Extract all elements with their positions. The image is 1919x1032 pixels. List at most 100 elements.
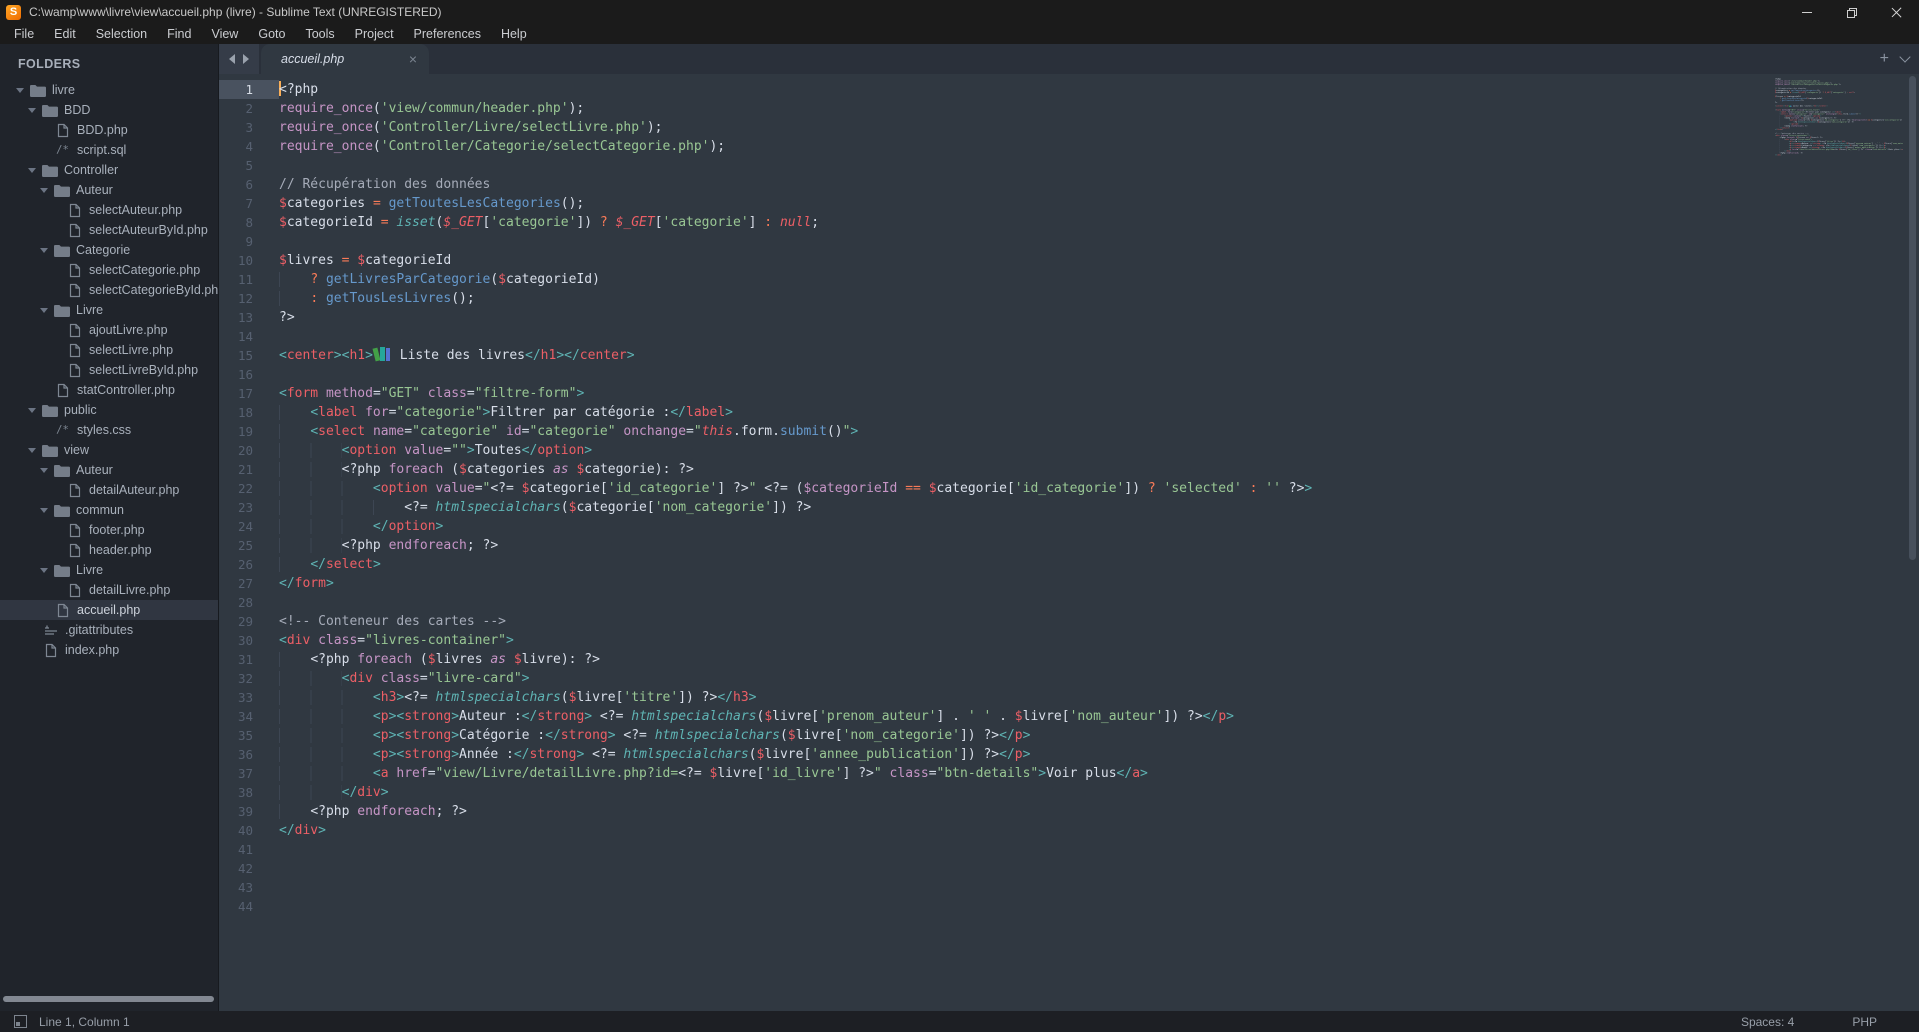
code-line-8[interactable]: 8$categorieId = isset($_GET['categorie']… bbox=[219, 213, 1919, 232]
code-line-26[interactable]: 26 </select> bbox=[219, 555, 1919, 574]
expand-triangle-icon[interactable] bbox=[40, 468, 48, 473]
sidebar-item-livre[interactable]: Livre bbox=[0, 300, 218, 320]
code-line-25[interactable]: 25 <?php endforeach; ?> bbox=[219, 536, 1919, 555]
prev-tab-icon[interactable] bbox=[229, 54, 235, 64]
sidebar-item-selectlivre-php[interactable]: selectLivre.php bbox=[0, 340, 218, 360]
editor-vertical-scrollbar[interactable] bbox=[1909, 76, 1916, 560]
sidebar-item-detailauteur-php[interactable]: detailAuteur.php bbox=[0, 480, 218, 500]
expand-triangle-icon[interactable] bbox=[40, 188, 48, 193]
menu-selection[interactable]: Selection bbox=[86, 24, 157, 44]
code-line-34[interactable]: 34 <p><strong>Auteur :</strong> <?= html… bbox=[219, 707, 1919, 726]
code-line-22[interactable]: 22 <option value="<?= $categorie['id_cat… bbox=[219, 479, 1919, 498]
sidebar-item-auteur[interactable]: Auteur bbox=[0, 180, 218, 200]
code-line-42[interactable]: 42 bbox=[219, 859, 1919, 878]
sidebar-item-view[interactable]: view bbox=[0, 440, 218, 460]
sidebar-item-selectcategoriebyid-php[interactable]: selectCategorieById.php bbox=[0, 280, 218, 300]
menu-preferences[interactable]: Preferences bbox=[404, 24, 491, 44]
menu-view[interactable]: View bbox=[201, 24, 248, 44]
syntax-setting[interactable]: PHP bbox=[1852, 1015, 1877, 1029]
sidebar-item-controller[interactable]: Controller bbox=[0, 160, 218, 180]
minimize-button[interactable] bbox=[1784, 0, 1829, 24]
expand-triangle-icon[interactable] bbox=[40, 248, 48, 253]
code-line-28[interactable]: 28 bbox=[219, 593, 1919, 612]
code-line-12[interactable]: 12 : getTousLesLivres(); bbox=[219, 289, 1919, 308]
code-line-29[interactable]: 29<!-- Conteneur des cartes --> bbox=[219, 612, 1919, 631]
menu-tools[interactable]: Tools bbox=[295, 24, 344, 44]
expand-triangle-icon[interactable] bbox=[28, 168, 36, 173]
expand-triangle-icon[interactable] bbox=[28, 108, 36, 113]
code-line-41[interactable]: 41 bbox=[219, 840, 1919, 859]
code-line-2[interactable]: 2require_once('view/commun/header.php'); bbox=[219, 99, 1919, 118]
code-line-21[interactable]: 21 <?php foreach ($categories as $catego… bbox=[219, 460, 1919, 479]
new-tab-button[interactable]: + bbox=[1880, 51, 1889, 67]
code-line-13[interactable]: 13?> bbox=[219, 308, 1919, 327]
expand-triangle-icon[interactable] bbox=[40, 308, 48, 313]
sidebar-item-footer-php[interactable]: footer.php bbox=[0, 520, 218, 540]
sidebar-item-ajoutlivre-php[interactable]: ajoutLivre.php bbox=[0, 320, 218, 340]
sidebar-item-selectcategorie-php[interactable]: selectCategorie.php bbox=[0, 260, 218, 280]
menu-find[interactable]: Find bbox=[157, 24, 201, 44]
code-line-20[interactable]: 20 <option value="">Toutes</option> bbox=[219, 441, 1919, 460]
sidebar-item-public[interactable]: public bbox=[0, 400, 218, 420]
sidebar-item--gitattributes[interactable]: .gitattributes bbox=[0, 620, 218, 640]
code-line-5[interactable]: 5 bbox=[219, 156, 1919, 175]
sidebar-item-selectlivrebyid-php[interactable]: selectLivreById.php bbox=[0, 360, 218, 380]
code-line-3[interactable]: 3require_once('Controller/Livre/selectLi… bbox=[219, 118, 1919, 137]
menu-project[interactable]: Project bbox=[345, 24, 404, 44]
code-line-23[interactable]: 23 <?= htmlspecialchars($categorie['nom_… bbox=[219, 498, 1919, 517]
sidebar-item-categorie[interactable]: Categorie bbox=[0, 240, 218, 260]
indentation-setting[interactable]: Spaces: 4 bbox=[1741, 1015, 1794, 1029]
sidebar-item-accueil-php[interactable]: accueil.php bbox=[0, 600, 218, 620]
status-panel-icon[interactable] bbox=[14, 1015, 27, 1028]
close-button[interactable] bbox=[1874, 0, 1919, 24]
code-line-6[interactable]: 6// Récupération des données bbox=[219, 175, 1919, 194]
expand-triangle-icon[interactable] bbox=[28, 448, 36, 453]
code-line-17[interactable]: 17<form method="GET" class="filtre-form"… bbox=[219, 384, 1919, 403]
code-line-37[interactable]: 37 <a href="view/Livre/detailLivre.php?i… bbox=[219, 764, 1919, 783]
code-line-1[interactable]: 1<?php bbox=[219, 80, 1919, 99]
tab-accueil-php[interactable]: accueil.php × bbox=[261, 44, 429, 74]
sidebar-item-bdd[interactable]: BDD bbox=[0, 100, 218, 120]
code-line-33[interactable]: 33 <h3><?= htmlspecialchars($livre['titr… bbox=[219, 688, 1919, 707]
sidebar-item-bdd-php[interactable]: BDD.php bbox=[0, 120, 218, 140]
sidebar-horizontal-scrollbar[interactable] bbox=[3, 996, 214, 1002]
code-line-36[interactable]: 36 <p><strong>Année :</strong> <?= htmls… bbox=[219, 745, 1919, 764]
menu-help[interactable]: Help bbox=[491, 24, 537, 44]
code-line-27[interactable]: 27</form> bbox=[219, 574, 1919, 593]
code-line-44[interactable]: 44 bbox=[219, 897, 1919, 916]
expand-triangle-icon[interactable] bbox=[16, 88, 24, 93]
sidebar-item-commun[interactable]: commun bbox=[0, 500, 218, 520]
sidebar-item-selectauteur-php[interactable]: selectAuteur.php bbox=[0, 200, 218, 220]
sidebar-item-detaillivre-php[interactable]: detailLivre.php bbox=[0, 580, 218, 600]
code-line-14[interactable]: 14 bbox=[219, 327, 1919, 346]
code-line-4[interactable]: 4require_once('Controller/Categorie/sele… bbox=[219, 137, 1919, 156]
menu-goto[interactable]: Goto bbox=[248, 24, 295, 44]
code-line-16[interactable]: 16 bbox=[219, 365, 1919, 384]
code-line-32[interactable]: 32 <div class="livre-card"> bbox=[219, 669, 1919, 688]
sidebar-item-header-php[interactable]: header.php bbox=[0, 540, 218, 560]
code-line-10[interactable]: 10$livres = $categorieId bbox=[219, 251, 1919, 270]
code-line-31[interactable]: 31 <?php foreach ($livres as $livre): ?> bbox=[219, 650, 1919, 669]
code-line-35[interactable]: 35 <p><strong>Catégorie :</strong> <?= h… bbox=[219, 726, 1919, 745]
menu-edit[interactable]: Edit bbox=[44, 24, 86, 44]
expand-triangle-icon[interactable] bbox=[40, 568, 48, 573]
code-line-24[interactable]: 24 </option> bbox=[219, 517, 1919, 536]
code-line-19[interactable]: 19 <select name="categorie" id="categori… bbox=[219, 422, 1919, 441]
expand-triangle-icon[interactable] bbox=[28, 408, 36, 413]
code-line-40[interactable]: 40</div> bbox=[219, 821, 1919, 840]
code-line-43[interactable]: 43 bbox=[219, 878, 1919, 897]
next-tab-icon[interactable] bbox=[243, 54, 249, 64]
sidebar-item-styles-css[interactable]: /*styles.css bbox=[0, 420, 218, 440]
tab-overflow-icon[interactable] bbox=[1899, 51, 1910, 62]
sidebar-item-script-sql[interactable]: /*script.sql bbox=[0, 140, 218, 160]
sidebar-item-livre[interactable]: Livre bbox=[0, 560, 218, 580]
sidebar-item-livre[interactable]: livre bbox=[0, 80, 218, 100]
minimap[interactable]: 1<?php2require_once('view/commun/header.… bbox=[1775, 78, 1903, 188]
code-line-30[interactable]: 30<div class="livres-container"> bbox=[219, 631, 1919, 650]
code-editor[interactable]: 1<?php2require_once('view/commun/header.… bbox=[219, 74, 1919, 1011]
code-line-38[interactable]: 38 </div> bbox=[219, 783, 1919, 802]
code-line-7[interactable]: 7$categories = getToutesLesCategories(); bbox=[219, 194, 1919, 213]
restore-button[interactable] bbox=[1829, 0, 1874, 24]
sidebar-item-statcontroller-php[interactable]: statController.php bbox=[0, 380, 218, 400]
sidebar-item-index-php[interactable]: index.php bbox=[0, 640, 218, 660]
